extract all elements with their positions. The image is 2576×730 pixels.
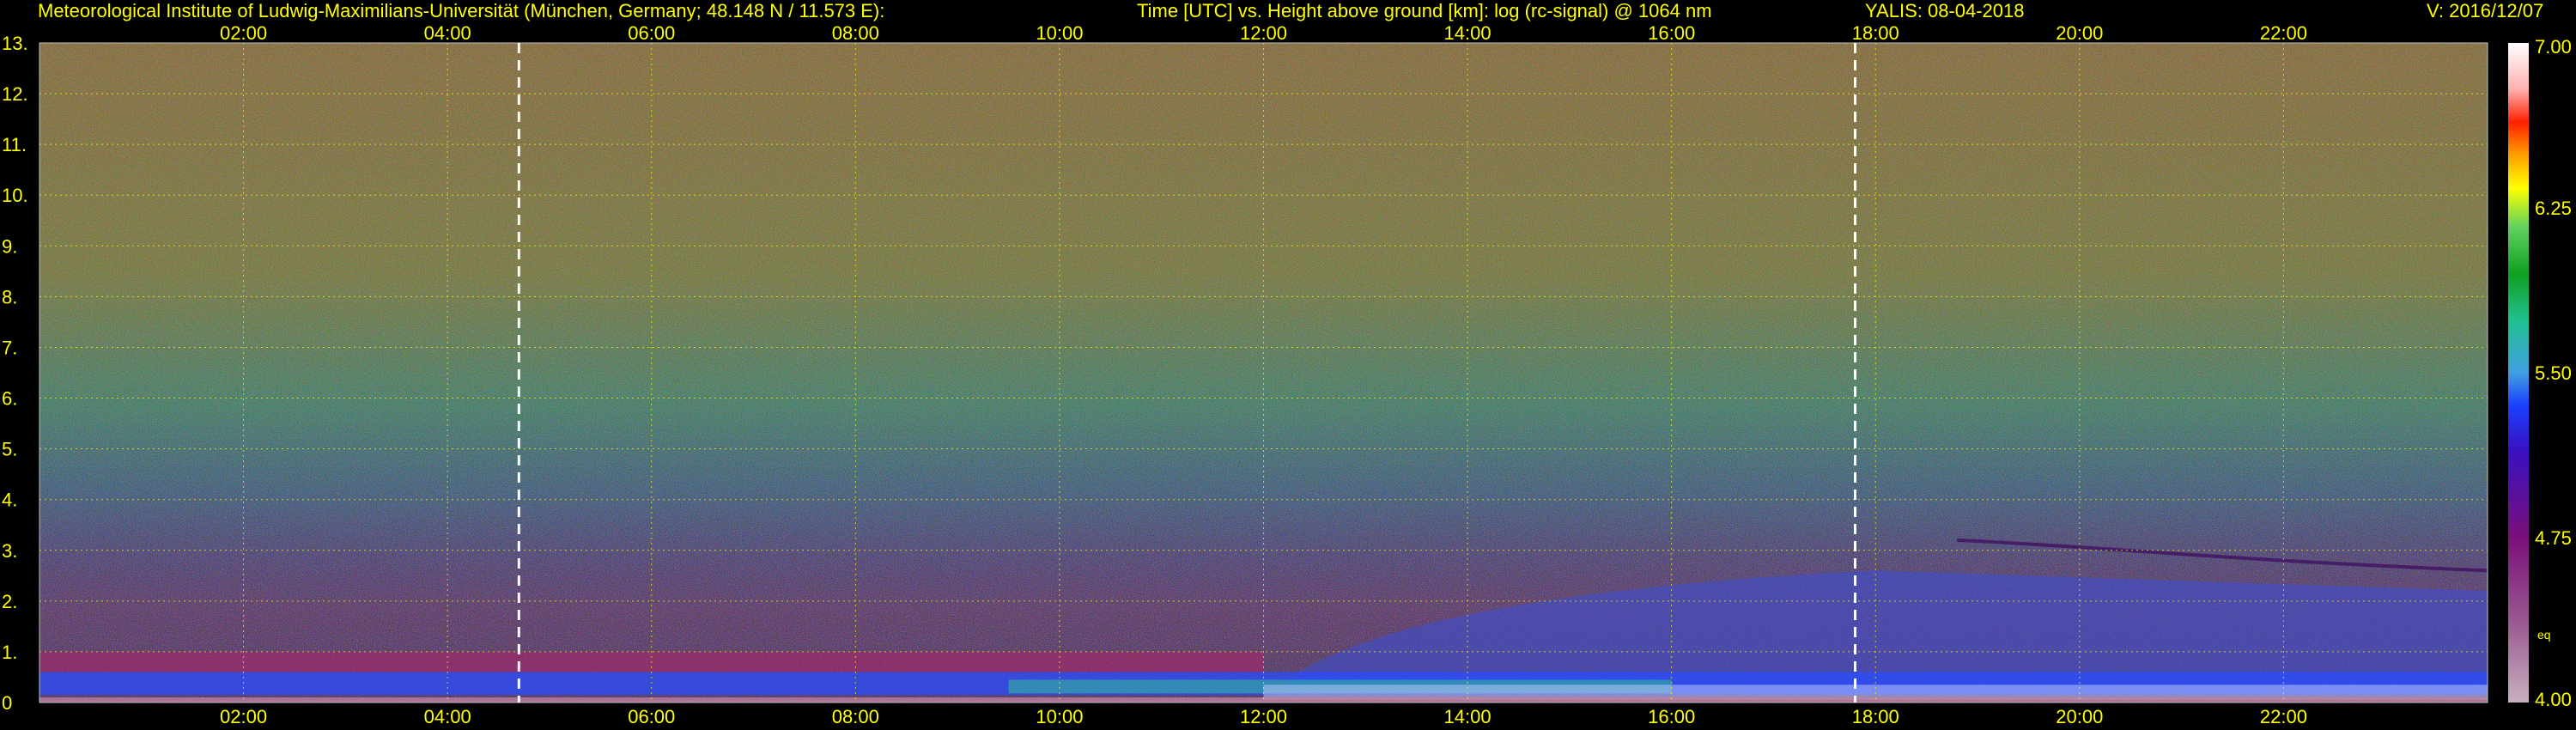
x-tick-label-bottom: 22:00	[2260, 706, 2307, 727]
x-tick-label-top: 08:00	[832, 22, 879, 44]
x-tick-label-bottom: 16:00	[1648, 706, 1695, 727]
x-tick-label-top: 10:00	[1036, 22, 1083, 44]
colorbar-scale	[2508, 43, 2529, 703]
y-tick-label: 13.	[2, 33, 28, 54]
x-tick-label-top: 20:00	[2056, 22, 2103, 44]
x-tick-label-bottom: 18:00	[1852, 706, 1899, 727]
y-tick-label: 7.	[2, 337, 17, 358]
x-axis-bottom: 02:00 04:00 06:00 08:00 10:00 12:00 14:00 16:00…	[220, 706, 2307, 727]
colorbar: 4.00 4.75 5.50 6.25 7.00 eq	[2508, 36, 2572, 710]
x-tick-label-top: 14:00	[1444, 22, 1492, 44]
colorbar-tick-label: 7.00	[2535, 36, 2572, 58]
x-tick-label-top: 18:00	[1852, 22, 1899, 44]
colorbar-note: eq	[2537, 628, 2551, 642]
x-axis-top: 02:00 04:00 06:00 08:00 10:00 12:00 14:00 16:00…	[220, 22, 2307, 44]
y-tick-label: 6.	[2, 388, 17, 410]
x-tick-label-top: 12:00	[1240, 22, 1287, 44]
x-tick-label-top: 04:00	[424, 22, 471, 44]
y-axis: 0 1. 2. 3. 4. 5. 6. 7. 8. 9. 10. 11. 12. 13.	[2, 33, 28, 714]
x-tick-label-top: 22:00	[2260, 22, 2307, 44]
x-tick-label-top: 16:00	[1648, 22, 1695, 44]
y-tick-label: 0	[2, 692, 12, 714]
x-tick-label-top: 02:00	[220, 22, 267, 44]
lidar-heatmap-chart: 0 1. 2. 3. 4. 5. 6. 7. 8. 9. 10. 11. 12. 13. 02:00 04:…	[2, 22, 2572, 727]
y-tick-label: 11.	[2, 134, 27, 155]
y-tick-label: 10.	[2, 185, 28, 206]
x-tick-label-bottom: 04:00	[424, 706, 471, 727]
y-tick-label: 2.	[2, 591, 17, 612]
y-tick-label: 5.	[2, 439, 17, 460]
x-tick-label-bottom: 08:00	[832, 706, 879, 727]
x-tick-label-top: 06:00	[628, 22, 675, 44]
y-tick-label: 8.	[2, 286, 17, 307]
y-tick-label: 4.	[2, 490, 17, 511]
x-tick-label-bottom: 20:00	[2056, 706, 2103, 727]
x-tick-label-bottom: 10:00	[1036, 706, 1083, 727]
colorbar-tick-label: 5.50	[2535, 362, 2572, 384]
y-tick-label: 1.	[2, 642, 17, 663]
y-tick-label: 12.	[2, 83, 28, 105]
y-tick-label: 9.	[2, 235, 17, 257]
y-tick-label: 3.	[2, 540, 17, 562]
colorbar-tick-label: 6.25	[2535, 198, 2572, 219]
x-tick-label-bottom: 12:00	[1240, 706, 1287, 727]
colorbar-tick-label: 4.75	[2535, 527, 2572, 549]
x-tick-label-bottom: 06:00	[628, 706, 675, 727]
x-tick-label-bottom: 14:00	[1444, 706, 1492, 727]
colorbar-tick-label: 4.00	[2535, 689, 2572, 710]
x-tick-label-bottom: 02:00	[220, 706, 267, 727]
